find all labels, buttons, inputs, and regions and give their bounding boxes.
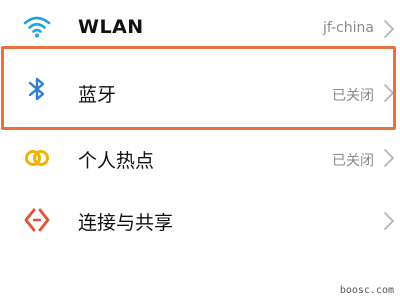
share-icon [22,205,52,235]
settings-item-label: 蓝牙 [78,84,117,106]
bluetooth-icon [22,74,52,104]
settings-item-connection-sharing[interactable]: 连接与共享 [0,192,400,248]
wlan-network-name: jf-china [322,20,374,36]
chevron-right-icon [382,18,396,40]
settings-item-label: 个人热点 [78,150,155,172]
chevron-right-icon [382,147,396,169]
watermark-text: boosc.com [339,285,394,296]
hotspot-icon [22,143,52,173]
hotspot-status: 已关闭 [332,153,374,169]
chevron-right-icon [382,82,396,104]
settings-item-label: 连接与共享 [78,212,174,234]
wifi-icon [22,12,52,42]
settings-item-bluetooth[interactable]: 蓝牙 已关闭 [0,46,400,130]
settings-item-hotspot[interactable]: 个人热点 已关闭 [0,132,400,184]
settings-item-label: WLAN [78,16,144,38]
bluetooth-status: 已关闭 [332,88,374,104]
settings-screen: WLAN jf-china 蓝牙 已关闭 个人热点 已关闭 连接与共享 boos… [0,0,400,300]
chevron-right-icon [382,210,396,232]
